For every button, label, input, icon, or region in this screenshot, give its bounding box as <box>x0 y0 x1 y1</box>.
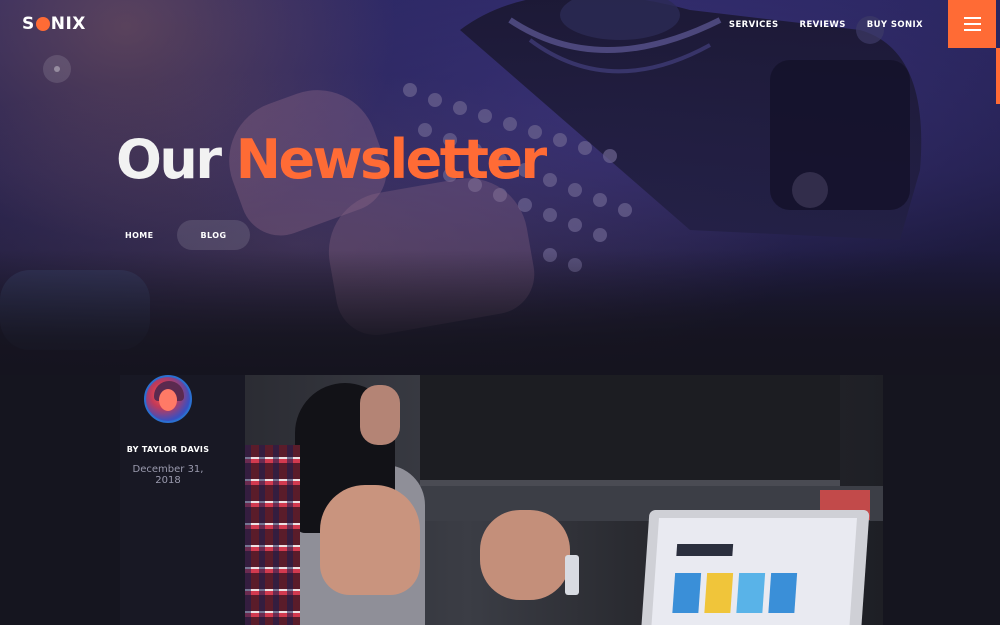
photo-screen-bar <box>676 544 734 556</box>
logo-text: NIX <box>50 14 86 34</box>
photo-screen-tile <box>672 573 702 613</box>
breadcrumb-blog[interactable]: BLOG <box>176 220 251 250</box>
nav-item-reviews[interactable]: REVIEWS <box>800 20 846 30</box>
page-title: Our Newsletter <box>116 128 547 192</box>
photo-laptop-screen <box>650 518 857 625</box>
photo-hand <box>480 510 570 600</box>
scroll-indicator <box>996 48 1000 104</box>
photo-window <box>420 375 840 486</box>
photo-screen-tile <box>704 573 734 613</box>
breadcrumb: HOME BLOG <box>110 220 251 250</box>
title-word-highlight: Newsletter <box>235 128 547 191</box>
hamburger-icon[interactable] <box>948 0 996 48</box>
nav-item-buy-sonix[interactable]: BUY SONIX <box>867 20 923 30</box>
logo-dot-icon <box>35 17 50 31</box>
post-date: December 31, 2018 <box>132 464 204 486</box>
hero-fade <box>0 250 1000 375</box>
hamburger-line <box>963 16 981 20</box>
hamburger-line <box>963 28 981 32</box>
main-nav: SERVICES REVIEWS BUY SONIX <box>729 20 923 30</box>
avatar-face <box>159 389 177 411</box>
author-name[interactable]: BY TAYLOR DAVIS <box>120 445 216 454</box>
photo-hand <box>320 485 420 595</box>
logo-text: S <box>22 14 35 34</box>
photo-plaid-shirt <box>245 445 300 625</box>
sonix-logo[interactable]: S NIX <box>22 13 86 35</box>
title-word: Our <box>116 128 222 191</box>
hero-banner: S NIX SERVICES REVIEWS BUY SONIX Our News… <box>0 0 1000 375</box>
author-card: BY TAYLOR DAVIS December 31, 2018 <box>120 375 245 625</box>
nav-item-services[interactable]: SERVICES <box>729 20 779 30</box>
post-featured-image[interactable] <box>245 375 883 625</box>
photo-laptop <box>640 510 870 625</box>
photo-screen-tile <box>768 573 798 613</box>
photo-face <box>360 385 400 445</box>
decorative-dot-icon <box>43 55 71 83</box>
photo-screen-tile <box>736 573 766 613</box>
breadcrumb-home[interactable]: HOME <box>110 220 169 250</box>
photo-cup <box>565 555 579 595</box>
blog-post: BY TAYLOR DAVIS December 31, 2018 <box>0 375 1000 625</box>
hamburger-line <box>963 22 981 26</box>
avatar[interactable] <box>144 375 192 423</box>
